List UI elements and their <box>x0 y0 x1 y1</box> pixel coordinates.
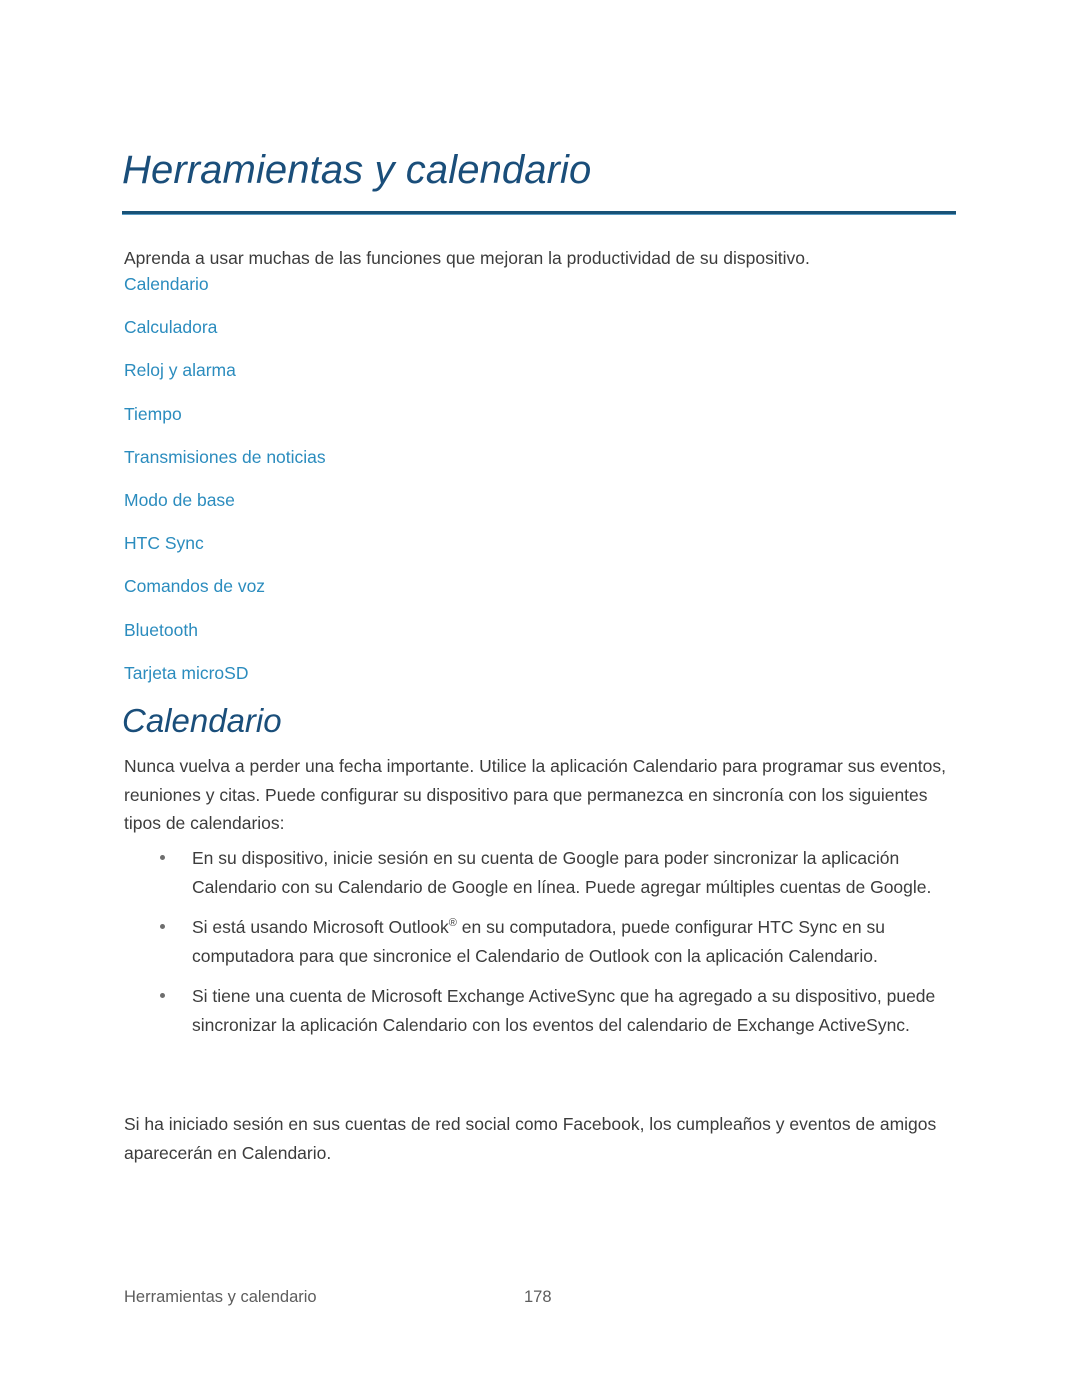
title-divider-rule <box>122 211 956 215</box>
footer-page-number: 178 <box>524 1288 552 1306</box>
intro-paragraph: Aprenda a usar muchas de las funciones q… <box>124 247 810 268</box>
toc-item-calendario[interactable]: Calendario <box>124 273 624 316</box>
toc-link-label[interactable]: Calculadora <box>124 316 217 338</box>
toc-link-label[interactable]: Modo de base <box>124 489 235 511</box>
toc-item-reloj-y-alarma[interactable]: Reloj y alarma <box>124 359 624 402</box>
calendar-types-bullet-list: En su dispositivo, inicie sesión en su c… <box>160 844 960 1052</box>
section-heading-calendario: Calendario <box>122 702 282 739</box>
toc-link-label[interactable]: Reloj y alarma <box>124 359 236 381</box>
table-of-contents-list: Calendario Calculadora Reloj y alarma Ti… <box>124 273 624 705</box>
bullet-dot-icon <box>160 924 165 930</box>
toc-item-bluetooth[interactable]: Bluetooth <box>124 619 624 662</box>
list-item-text: En su dispositivo, inicie sesión en su c… <box>192 848 932 897</box>
page-title-block: Herramientas y calendario <box>122 148 956 193</box>
toc-link-label[interactable]: Comandos de voz <box>124 575 265 597</box>
toc-item-comandos-de-voz[interactable]: Comandos de voz <box>124 575 624 618</box>
section-paragraph-intro: Nunca vuelva a perder una fecha importan… <box>124 756 946 834</box>
toc-link-label[interactable]: Transmisiones de noticias <box>124 446 326 468</box>
toc-link-label[interactable]: Tiempo <box>124 403 182 425</box>
document-page: Herramientas y calendario Aprenda a usar… <box>0 0 1080 1397</box>
toc-link-label[interactable]: Tarjeta microSD <box>124 662 248 684</box>
list-item: Si tiene una cuenta de Microsoft Exchang… <box>160 982 960 1039</box>
toc-item-calculadora[interactable]: Calculadora <box>124 316 624 359</box>
list-item: En su dispositivo, inicie sesión en su c… <box>160 844 960 901</box>
list-item: Si está usando Microsoft Outlook® en su … <box>160 913 960 970</box>
toc-link-label[interactable]: Calendario <box>124 273 209 295</box>
toc-link-label[interactable]: HTC Sync <box>124 532 204 554</box>
footer-chapter-name: Herramientas y calendario <box>124 1288 317 1306</box>
section-paragraph-social: Si ha iniciado sesión en sus cuentas de … <box>124 1114 937 1163</box>
bullet-dot-icon <box>160 855 165 860</box>
toc-item-modo-de-base[interactable]: Modo de base <box>124 489 624 532</box>
toc-item-tarjeta-microsd[interactable]: Tarjeta microSD <box>124 662 624 705</box>
list-item-text: Si tiene una cuenta de Microsoft Exchang… <box>192 986 936 1035</box>
toc-item-htc-sync[interactable]: HTC Sync <box>124 532 624 575</box>
toc-item-transmisiones-de-noticias[interactable]: Transmisiones de noticias <box>124 446 624 489</box>
registered-trademark-icon: ® <box>448 917 457 930</box>
page-title: Herramientas y calendario <box>122 148 592 192</box>
toc-item-tiempo[interactable]: Tiempo <box>124 403 624 446</box>
toc-link-label[interactable]: Bluetooth <box>124 619 198 641</box>
list-item-text: Si está usando Microsoft Outlook <box>192 917 449 938</box>
bullet-dot-icon <box>160 993 165 999</box>
